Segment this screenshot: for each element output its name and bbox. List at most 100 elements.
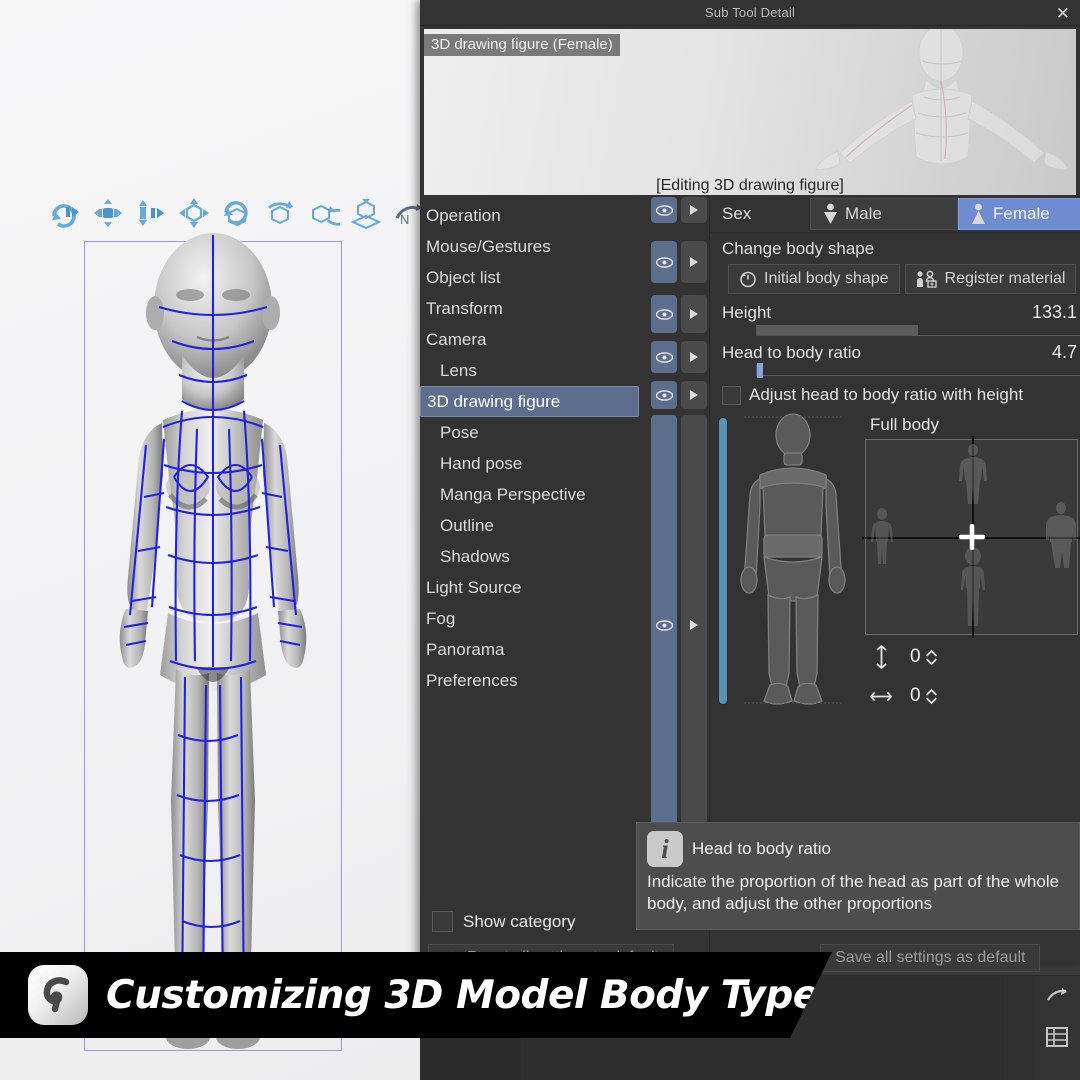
- sidebar-item-lens[interactable]: Lens: [420, 355, 645, 386]
- initial-body-shape-button[interactable]: Initial body shape: [728, 264, 900, 294]
- eye-toggle-icon[interactable]: [651, 415, 677, 835]
- sub-tool-detail-panel: Sub Tool Detail ✕: [420, 0, 1080, 962]
- tooltip-title: Head to body ratio: [692, 839, 831, 859]
- head-ratio-slider-track[interactable]: [756, 365, 1080, 376]
- eye-toggle-icon[interactable]: [651, 197, 677, 223]
- clip-studio-logo-icon: [28, 965, 88, 1025]
- adjust-head-ratio-row[interactable]: Adjust head to body ratio with height: [710, 376, 1080, 405]
- right-dock-strip[interactable]: [1034, 976, 1080, 1080]
- tooltip-header: i Head to body ratio: [647, 831, 1069, 867]
- sidebar-item-fog[interactable]: Fog: [420, 603, 645, 634]
- tooltip-body: Indicate the proportion of the head as p…: [647, 871, 1069, 915]
- register-material-button[interactable]: Register material: [905, 264, 1077, 294]
- show-category-checkbox[interactable]: [432, 911, 453, 932]
- sex-female-label: Female: [993, 204, 1050, 224]
- sex-male-label: Male: [845, 204, 882, 224]
- sidebar-item-pose[interactable]: Pose: [420, 417, 645, 448]
- initial-body-shape-label: Initial body shape: [764, 270, 889, 288]
- pad-ghost-child-icon: [959, 548, 987, 628]
- horizontal-arrow-icon: [870, 690, 892, 703]
- info-icon: i: [647, 831, 683, 867]
- eye-toggle-icon[interactable]: [651, 295, 677, 333]
- save-all-settings-button[interactable]: Save all settings as default: [820, 944, 1040, 972]
- layer-property-icon[interactable]: [1044, 1024, 1070, 1050]
- category-label: Transform: [426, 299, 503, 319]
- close-icon[interactable]: ✕: [1052, 2, 1074, 24]
- sex-male-button[interactable]: Male: [810, 198, 958, 230]
- sidebar-item-hand-pose[interactable]: Hand pose: [420, 448, 645, 479]
- sidebar-item-panorama[interactable]: Panorama: [420, 634, 645, 665]
- rotate-camera-icon[interactable]: [48, 196, 82, 230]
- sidebar-item-preferences[interactable]: Preferences: [420, 665, 645, 696]
- horizontal-spin-icon[interactable]: [925, 688, 938, 705]
- help-tooltip: i Head to body ratio Indicate the propor…: [636, 822, 1080, 930]
- vertical-slider-track[interactable]: [718, 417, 728, 705]
- change-body-shape-group: Change body shape: [710, 233, 1080, 259]
- eye-toggle-icon[interactable]: [651, 381, 677, 409]
- body-type-pad[interactable]: [865, 439, 1078, 635]
- pad-ghost-muscular-icon: [959, 444, 987, 506]
- drawing-canvas[interactable]: N: [0, 0, 420, 1080]
- sidebar-item-transform[interactable]: Transform: [420, 293, 645, 324]
- banner-title: Customizing 3D Model Body Type: [106, 973, 819, 1018]
- head-ratio-value-spinner[interactable]: 4.7: [1052, 342, 1080, 363]
- register-material-icon: [916, 270, 938, 288]
- height-slider-track[interactable]: [756, 325, 1080, 336]
- category-label: Manga Perspective: [440, 485, 586, 505]
- vertical-spin-icon[interactable]: [925, 649, 938, 666]
- female-symbol-icon: [971, 203, 986, 225]
- height-value-spinner[interactable]: 133.1: [1032, 302, 1080, 323]
- sidebar-item-camera[interactable]: Camera: [420, 324, 645, 355]
- pad-crosshair-handle[interactable]: [959, 524, 985, 550]
- sidebar-item-manga-perspective[interactable]: Manga Perspective: [420, 479, 645, 510]
- panel-title-text: Sub Tool Detail: [705, 5, 795, 20]
- sidebar-item-mouse-gestures[interactable]: Mouse/Gestures: [420, 231, 645, 262]
- expand-arrow-icon[interactable]: [681, 295, 707, 333]
- mannequin-preview[interactable]: [730, 413, 856, 709]
- expand-arrow-icon[interactable]: [681, 197, 707, 223]
- expand-arrow-icon[interactable]: [681, 415, 707, 835]
- category-label: Light Source: [426, 578, 521, 598]
- change-body-shape-title: Change body shape: [722, 239, 1080, 259]
- category-list[interactable]: Operation Mouse/Gestures Object list Tra…: [420, 195, 645, 965]
- adjust-head-ratio-label: Adjust head to body ratio with height: [749, 385, 1023, 405]
- expand-arrow-icon[interactable]: [681, 341, 707, 373]
- svg-text:N: N: [400, 212, 409, 227]
- sidebar-item-3d-drawing-figure[interactable]: 3D drawing figure: [420, 386, 639, 417]
- show-category-row[interactable]: Show category: [432, 911, 575, 932]
- height-slider-fill: [757, 325, 918, 335]
- vertical-nudge-row: 0: [870, 645, 938, 669]
- vertical-arrow-icon: [870, 645, 892, 669]
- sex-label: Sex: [710, 204, 810, 224]
- expand-arrow-icon[interactable]: [681, 241, 707, 283]
- eye-toggle-icon[interactable]: [651, 341, 677, 373]
- sub-tool-icon[interactable]: [1044, 984, 1070, 1010]
- sidebar-item-object-list[interactable]: Object list: [420, 262, 645, 293]
- panel-titlebar[interactable]: Sub Tool Detail ✕: [420, 0, 1080, 26]
- sidebar-item-outline[interactable]: Outline: [420, 510, 645, 541]
- category-label: Lens: [440, 361, 477, 381]
- eye-toggle-icon[interactable]: [651, 241, 677, 283]
- preview-figure-image: [726, 29, 1076, 195]
- head-ratio-slider-knob[interactable]: [757, 363, 763, 378]
- head-ratio-label: Head to body ratio: [722, 343, 861, 363]
- 3d-figure-model[interactable]: [84, 215, 342, 1065]
- adjust-head-ratio-checkbox[interactable]: [722, 386, 741, 405]
- figure-preview[interactable]: 3D drawing figure (Female) [Editing 3D d…: [424, 29, 1076, 195]
- category-label: Panorama: [426, 640, 504, 660]
- show-category-label: Show category: [463, 912, 575, 932]
- sidebar-item-shadows[interactable]: Shadows: [420, 541, 645, 572]
- sidebar-item-light-source[interactable]: Light Source: [420, 572, 645, 603]
- expand-arrow-icon[interactable]: [681, 381, 707, 409]
- category-label: Camera: [426, 330, 486, 350]
- height-value: 133.1: [1032, 302, 1077, 323]
- sex-female-button[interactable]: Female: [958, 198, 1080, 230]
- sidebar-item-operation[interactable]: Operation: [420, 200, 645, 231]
- vertical-value-spinner[interactable]: 0: [910, 646, 938, 668]
- category-label: Preferences: [426, 671, 518, 691]
- category-label: Outline: [440, 516, 494, 536]
- scale-object-icon[interactable]: [349, 196, 383, 230]
- preview-badge: 3D drawing figure (Female): [424, 34, 620, 56]
- save-all-settings-label: Save all settings as default: [835, 949, 1025, 967]
- horizontal-value-spinner[interactable]: 0: [910, 685, 938, 707]
